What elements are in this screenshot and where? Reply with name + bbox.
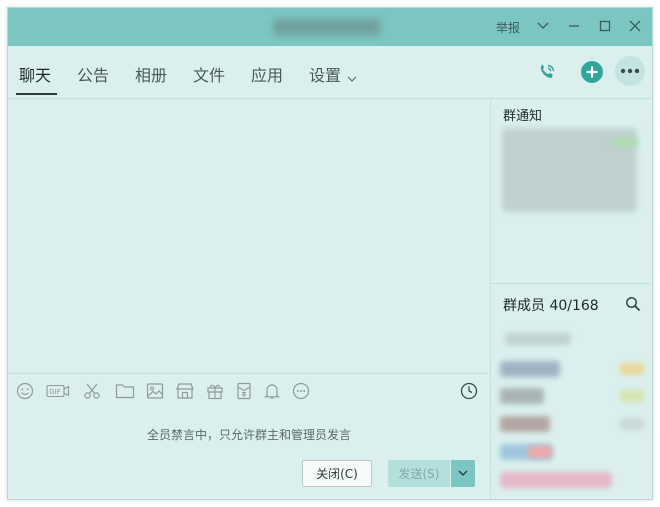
folder-icon[interactable]	[115, 382, 135, 402]
chevron-down-icon[interactable]	[533, 16, 553, 36]
minimize-icon[interactable]	[564, 16, 584, 36]
more-circle-icon[interactable]	[292, 382, 312, 402]
sidebar-section-divider	[491, 283, 652, 284]
member-list-item[interactable]	[500, 472, 612, 488]
more-icon[interactable]	[615, 56, 645, 86]
active-tab-indicator	[16, 93, 57, 95]
send-button[interactable]: 发送(S)	[388, 460, 450, 487]
composer-toolbar: GIF	[8, 373, 490, 410]
member-badge	[620, 390, 644, 402]
window-title-blurred	[273, 19, 381, 35]
tab-settings[interactable]: 设置	[309, 62, 341, 86]
chat-window: 举报 聊天 公告 相册 文件 应用 设置 GIF 全员禁言中，只允许群主和管理员…	[7, 7, 653, 500]
tab-files[interactable]: 文件	[193, 62, 225, 86]
send-options-chevron-icon[interactable]	[451, 460, 475, 487]
close-button[interactable]: 关闭(C)	[302, 460, 372, 487]
tab-album[interactable]: 相册	[135, 62, 167, 86]
gift-icon[interactable]	[206, 382, 226, 402]
message-list[interactable]	[8, 98, 490, 373]
member-list-item[interactable]	[505, 333, 571, 345]
image-icon[interactable]	[146, 382, 166, 402]
settings-chevron-down-icon[interactable]	[347, 68, 357, 87]
tab-apps[interactable]: 应用	[251, 62, 283, 86]
report-button[interactable]: 举报	[496, 19, 520, 36]
gif-icon[interactable]: GIF	[46, 382, 70, 402]
red-packet-icon[interactable]	[235, 382, 255, 402]
notice-highlight-blurred	[612, 138, 638, 146]
close-icon[interactable]	[625, 16, 645, 36]
shop-icon[interactable]	[175, 382, 195, 402]
group-members-title: 群成员 40/168	[503, 298, 599, 314]
tab-chat[interactable]: 聊天	[19, 62, 51, 86]
member-badge	[620, 418, 644, 430]
member-list-item[interactable]	[500, 361, 560, 377]
maximize-icon[interactable]	[595, 16, 615, 36]
emoji-icon[interactable]	[16, 382, 36, 402]
bell-icon[interactable]	[263, 382, 283, 402]
phone-call-icon[interactable]	[532, 57, 562, 87]
member-search-icon[interactable]	[625, 296, 643, 314]
add-icon[interactable]	[577, 57, 607, 87]
group-notice-title: 群通知	[503, 109, 543, 124]
member-list-item[interactable]	[500, 388, 544, 404]
title-bar[interactable]: 举报	[8, 8, 652, 46]
screenshot-scissors-icon[interactable]	[83, 382, 103, 402]
tab-bar: 聊天 公告 相册 文件 应用 设置	[8, 46, 652, 99]
history-clock-icon[interactable]	[460, 382, 480, 402]
tab-announcement[interactable]: 公告	[77, 62, 109, 86]
member-list-item[interactable]	[500, 416, 550, 432]
member-badge	[620, 363, 644, 375]
mute-notice: 全员禁言中，只允许群主和管理员发言	[146, 428, 351, 442]
sidebar-divider	[490, 98, 491, 499]
svg-text:GIF: GIF	[49, 388, 61, 396]
member-badge	[528, 446, 552, 458]
